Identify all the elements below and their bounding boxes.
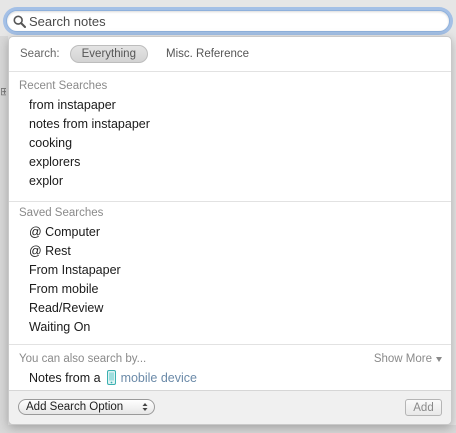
mobile-device-link[interactable]: mobile device: [121, 371, 197, 385]
search-input[interactable]: [27, 12, 429, 30]
saved-searches-header: Saved Searches: [19, 207, 104, 219]
background-grid-icon: ⊞: [0, 86, 6, 98]
recent-search-item[interactable]: from instapaper: [29, 97, 116, 113]
search-scope-bar: Search: Everything Misc. Reference: [9, 37, 451, 72]
updown-arrows-icon: [142, 402, 148, 412]
search-icon: [11, 13, 27, 29]
background-app-bottom: [0, 425, 456, 433]
recent-search-item[interactable]: explorers: [29, 154, 80, 170]
recent-search-item[interactable]: explor: [29, 173, 63, 189]
scope-misc-reference-button[interactable]: Misc. Reference: [166, 48, 249, 60]
scope-label: Search:: [20, 48, 60, 60]
section-divider: [9, 344, 451, 345]
mobile-phone-icon: [106, 370, 116, 385]
saved-search-item[interactable]: From Instapaper: [29, 262, 121, 278]
recent-searches-header: Recent Searches: [19, 80, 108, 92]
add-search-option-select[interactable]: Add Search Option: [18, 399, 155, 415]
saved-search-item[interactable]: Read/Review: [29, 300, 103, 316]
search-by-device-option[interactable]: Notes from a mobile device: [29, 370, 197, 385]
saved-search-item[interactable]: @ Computer: [29, 224, 100, 240]
scope-everything-button[interactable]: Everything: [69, 45, 148, 63]
saved-search-item[interactable]: @ Rest: [29, 243, 71, 259]
show-more-label: Show More: [373, 353, 432, 365]
saved-search-item[interactable]: Waiting On: [29, 319, 90, 335]
add-search-option-label: Add Search Option: [26, 401, 124, 413]
also-search-by-header: You can also search by...: [19, 353, 147, 365]
app-window: ⊞ Search: Everything Misc. Reference Rec…: [0, 0, 456, 433]
section-divider: [9, 201, 451, 202]
triangle-down-icon: [436, 356, 442, 362]
saved-search-item[interactable]: From mobile: [29, 281, 98, 297]
search-suggestions-popover: Search: Everything Misc. Reference Recen…: [8, 36, 452, 425]
device-option-prefix: Notes from a: [29, 370, 101, 385]
search-field[interactable]: [6, 10, 450, 32]
add-button[interactable]: Add: [405, 399, 442, 416]
show-more-button[interactable]: Show More: [374, 353, 442, 365]
recent-search-item[interactable]: notes from instapaper: [29, 116, 150, 132]
search-options-footer: Add Search Option Add: [9, 390, 451, 424]
recent-search-item[interactable]: cooking: [29, 135, 72, 151]
